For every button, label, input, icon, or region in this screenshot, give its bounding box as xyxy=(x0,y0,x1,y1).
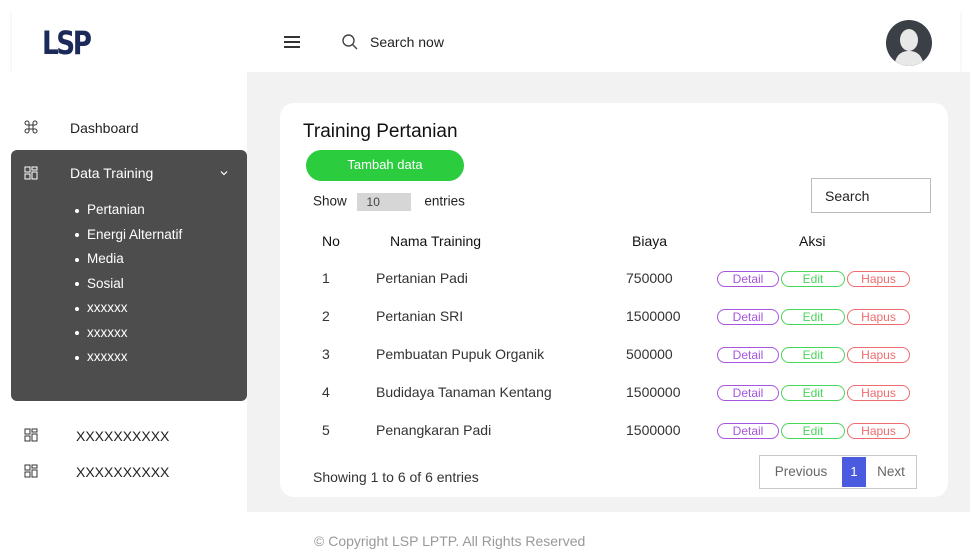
logo[interactable]: LSP xyxy=(42,24,92,62)
cell-no: 1 xyxy=(322,270,330,286)
table-row: 1 Pertanian Padi 750000 Detail Edit Hapus xyxy=(310,259,937,297)
grid-icon xyxy=(24,166,38,180)
submenu-item-placeholder[interactable]: xxxxxx xyxy=(73,296,182,321)
add-data-button[interactable]: Tambah data xyxy=(306,150,464,181)
chevron-down-icon[interactable] xyxy=(219,168,229,178)
detail-button[interactable]: Detail xyxy=(717,270,779,287)
pagination: Previous 1 Next xyxy=(759,455,917,489)
training-card: Training Pertanian Tambah data Show 10 e… xyxy=(280,103,948,497)
cell-no: 5 xyxy=(322,422,330,438)
submenu-item-media[interactable]: Media xyxy=(73,247,182,272)
delete-button[interactable]: Hapus xyxy=(847,346,910,363)
cell-no: 2 xyxy=(322,308,330,324)
grid-icon xyxy=(24,464,38,478)
sidebar-item-label: XXXXXXXXXX xyxy=(76,428,170,444)
footer-copyright: © Copyright LSP LPTP. All Rights Reserve… xyxy=(314,533,586,549)
table-row: 3 Pembuatan Pupuk Organik 500000 Detail E… xyxy=(310,335,937,373)
cell-no: 3 xyxy=(322,346,330,362)
submenu-item-energi-alternatif[interactable]: Energi Alternatif xyxy=(73,223,182,248)
submenu-item-sosial[interactable]: Sosial xyxy=(73,272,182,297)
show-label: Show xyxy=(313,193,347,209)
page-title: Training Pertanian xyxy=(303,121,458,142)
column-header-biaya[interactable]: Biaya xyxy=(626,223,717,259)
sidebar-item-data-training[interactable]: Data Training xyxy=(11,162,247,186)
sidebar-item-extra-2[interactable]: XXXXXXXXXX xyxy=(0,460,247,484)
top-header: LSP Search now xyxy=(12,10,960,72)
cell-name: Budidaya Tanaman Kentang xyxy=(376,384,552,400)
column-header-aksi: Aksi xyxy=(799,233,826,249)
cell-actions: Detail Edit Hapus xyxy=(717,259,937,297)
cell-name: Pertanian SRI xyxy=(376,308,464,324)
entries-selector: Show 10 entries xyxy=(313,193,465,211)
user-icon xyxy=(894,29,924,66)
table-row: 4 Budidaya Tanaman Kentang 1500000 Detai… xyxy=(310,373,937,411)
submenu-list: Pertanian Energi Alternatif Media Sosial… xyxy=(73,198,182,370)
edit-button[interactable]: Edit xyxy=(781,308,845,325)
cell-name: Penangkaran Padi xyxy=(376,422,492,438)
search-input[interactable]: Search now xyxy=(370,34,444,50)
sidebar-item-dashboard[interactable]: Dashboard xyxy=(0,116,247,140)
cell-actions: Detail Edit Hapus xyxy=(717,335,937,373)
delete-button[interactable]: Hapus xyxy=(847,384,910,401)
cell-actions: Detail Edit Hapus xyxy=(717,297,937,335)
sidebar-item-label: XXXXXXXXXX xyxy=(76,464,170,480)
user-avatar[interactable] xyxy=(886,20,932,66)
delete-button[interactable]: Hapus xyxy=(847,270,910,287)
hamburger-menu-icon[interactable] xyxy=(284,36,300,48)
submenu-item-placeholder[interactable]: xxxxxx xyxy=(73,345,182,370)
cell-name: Pembuatan Pupuk Organik xyxy=(376,346,545,362)
table-header-row: No Nama Training Biaya Aksi xyxy=(310,223,937,259)
edit-button[interactable]: Edit xyxy=(781,270,845,287)
column-header-no[interactable]: No xyxy=(310,223,376,259)
sidebar-submenu-data-training: Data Training Pertanian Energi Alternati… xyxy=(11,150,247,401)
detail-button[interactable]: Detail xyxy=(717,384,779,401)
detail-button[interactable]: Detail xyxy=(717,422,779,439)
edit-button[interactable]: Edit xyxy=(781,346,845,363)
table-info-text: Showing 1 to 6 of 6 entries xyxy=(313,469,479,485)
detail-button[interactable]: Detail xyxy=(717,346,779,363)
table-row: 2 Pertanian SRI 1500000 Detail Edit Hapus xyxy=(310,297,937,335)
sidebar-item-label: Dashboard xyxy=(70,120,139,136)
cell-biaya: 1500000 xyxy=(626,384,681,400)
edit-button[interactable]: Edit xyxy=(781,422,845,439)
cell-no: 4 xyxy=(322,384,330,400)
cell-biaya: 1500000 xyxy=(626,308,681,324)
cell-biaya: 500000 xyxy=(626,346,673,362)
column-header-name[interactable]: Nama Training xyxy=(376,223,626,259)
delete-button[interactable]: Hapus xyxy=(847,308,910,325)
submenu-item-placeholder[interactable]: xxxxxx xyxy=(73,321,182,346)
sidebar-item-label: Data Training xyxy=(70,165,154,181)
training-table: No Nama Training Biaya Aksi 1 Pertanian … xyxy=(310,223,937,449)
grid-icon xyxy=(24,428,38,442)
cell-actions: Detail Edit Hapus xyxy=(717,411,937,449)
pagination-page-1[interactable]: 1 xyxy=(842,457,866,487)
entries-count-select[interactable]: 10 xyxy=(356,193,411,211)
cell-biaya: 750000 xyxy=(626,270,673,286)
entries-label: entries xyxy=(424,193,465,209)
cell-biaya: 1500000 xyxy=(626,422,681,438)
cell-actions: Detail Edit Hapus xyxy=(717,373,937,411)
submenu-item-pertanian[interactable]: Pertanian xyxy=(73,198,182,223)
sidebar-item-extra-1[interactable]: XXXXXXXXXX xyxy=(0,424,247,448)
sidebar: Dashboard Data Training Pertanian Energi… xyxy=(0,72,247,559)
pagination-next-button[interactable]: Next xyxy=(866,456,916,488)
edit-button[interactable]: Edit xyxy=(781,384,845,401)
pagination-previous-button[interactable]: Previous xyxy=(760,456,842,488)
table-row: 5 Penangkaran Padi 1500000 Detail Edit Hap… xyxy=(310,411,937,449)
command-icon xyxy=(24,120,38,134)
table-search-input[interactable]: Search xyxy=(811,178,931,213)
delete-button[interactable]: Hapus xyxy=(847,422,910,439)
detail-button[interactable]: Detail xyxy=(717,308,779,325)
search-icon[interactable] xyxy=(341,33,359,51)
cell-name: Pertanian Padi xyxy=(376,270,468,286)
